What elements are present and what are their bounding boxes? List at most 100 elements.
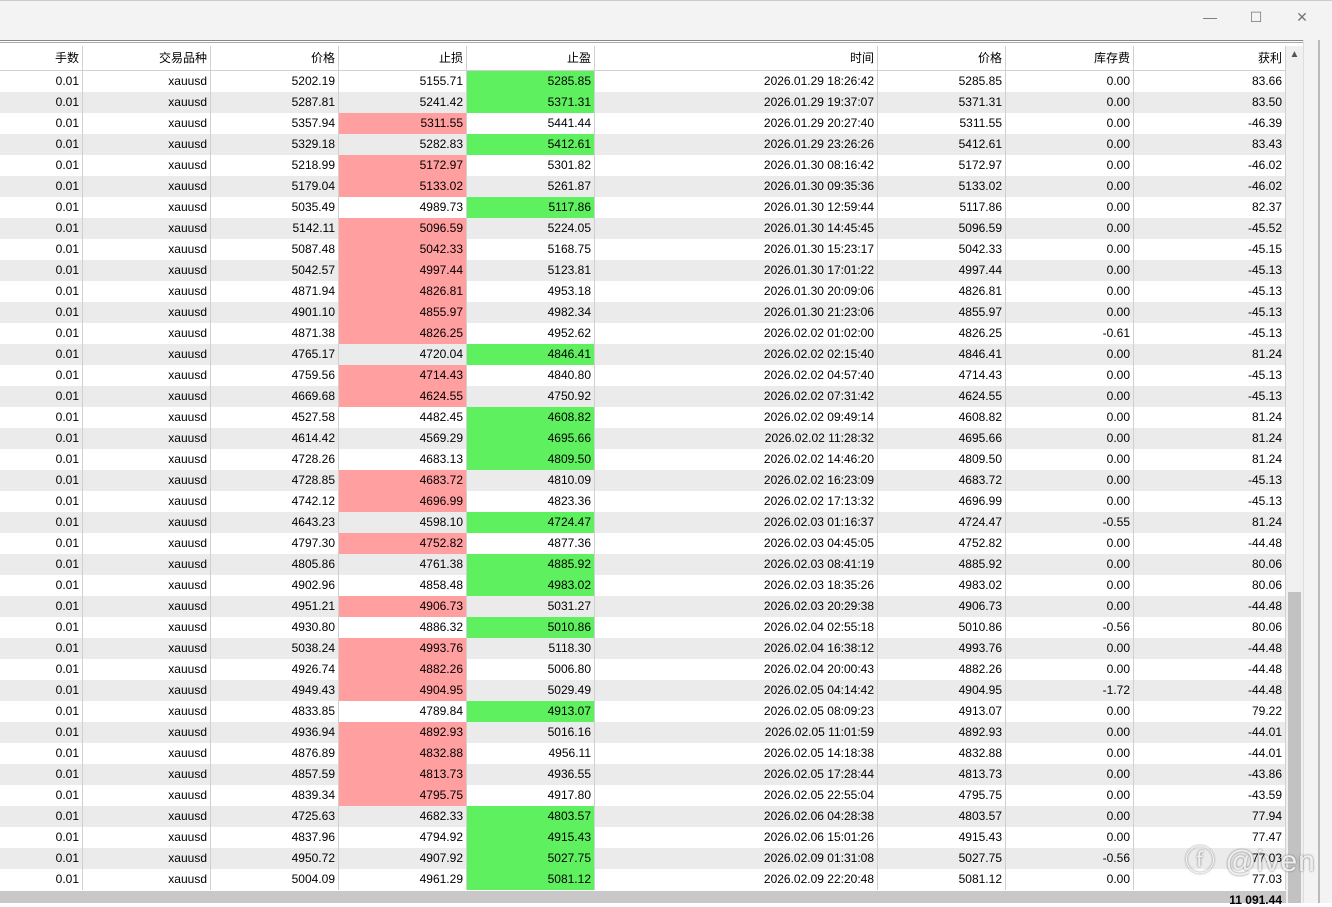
cell-take-profit: 5031.27 [467,596,595,617]
cell-lots: 0.01 [0,407,83,428]
table-row[interactable]: 0.01 xauusd 4765.17 4720.04 4846.41 2026.02.0… [0,344,1286,365]
table-row[interactable]: 0.01 xauusd 4926.74 4882.26 5006.80 2026.02.0… [0,659,1286,680]
column-header-symbol[interactable]: 交易品种 [83,46,211,71]
close-button[interactable]: ✕ [1282,7,1322,27]
maximize-button[interactable]: ☐ [1236,7,1276,27]
table-row[interactable]: 0.01 xauusd 4728.26 4683.13 4809.50 2026.02.0… [0,449,1286,470]
table-row[interactable]: 0.01 xauusd 4871.38 4826.25 4952.62 2026.02.0… [0,323,1286,344]
table-row[interactable]: 0.01 xauusd 5357.94 5311.55 5441.44 2026.01.2… [0,113,1286,134]
cell-profit: 83.50 [1134,92,1286,113]
table-row[interactable]: 0.01 xauusd 4949.43 4904.95 5029.49 2026.02.0… [0,680,1286,701]
table-row[interactable]: 0.01 xauusd 4669.68 4624.55 4750.92 2026.02.0… [0,386,1286,407]
cell-stop-loss: 4892.93 [339,722,467,743]
table-row[interactable]: 0.01 xauusd 4857.59 4813.73 4936.55 2026.02.0… [0,764,1286,785]
cell-close-price: 5081.12 [878,869,1006,890]
cell-open-price: 5142.11 [211,218,339,239]
table-row[interactable]: 0.01 xauusd 4797.30 4752.82 4877.36 2026.02.0… [0,533,1286,554]
scroll-up-icon[interactable]: ▲ [1286,49,1303,60]
cell-swap: 0.00 [1006,407,1134,428]
table-row[interactable]: 0.01 xauusd 4950.72 4907.92 5027.75 2026.02.0… [0,848,1286,869]
table-row[interactable]: 0.01 xauusd 4614.42 4569.29 4695.66 2026.02.0… [0,428,1286,449]
table-row[interactable]: 0.01 xauusd 4936.94 4892.93 5016.16 2026.02.0… [0,722,1286,743]
cell-symbol: xauusd [83,869,211,890]
table-row[interactable]: 0.01 xauusd 4728.85 4683.72 4810.09 2026.02.0… [0,470,1286,491]
cell-profit: -46.39 [1134,113,1286,134]
cell-open-price: 4876.89 [211,743,339,764]
column-header-close-time[interactable]: 时间 [595,46,878,71]
cell-open-price: 4765.17 [211,344,339,365]
cell-symbol: xauusd [83,491,211,512]
table-row[interactable]: 0.01 xauusd 4930.80 4886.32 5010.86 2026.02.0… [0,617,1286,638]
table-row[interactable]: 0.01 xauusd 4901.10 4855.97 4982.34 2026.01.3… [0,302,1286,323]
minimize-button[interactable]: — [1190,7,1230,27]
cell-swap: 0.00 [1006,344,1134,365]
table-row[interactable]: 0.01 xauusd 4871.94 4826.81 4953.18 2026.01.3… [0,281,1286,302]
table-row[interactable]: 0.01 xauusd 5087.48 5042.33 5168.75 2026.01.3… [0,239,1286,260]
cell-open-price: 4614.42 [211,428,339,449]
table-row[interactable]: 0.01 xauusd 5329.18 5282.83 5412.61 2026.01.2… [0,134,1286,155]
table-row[interactable]: 0.01 xauusd 5004.09 4961.29 5081.12 2026.02.0… [0,869,1286,890]
cell-close-time: 2026.02.09 01:31:08 [595,848,878,869]
table-row[interactable]: 0.01 xauusd 4643.23 4598.10 4724.47 2026.02.0… [0,512,1286,533]
cell-swap: -0.56 [1006,617,1134,638]
table-row[interactable]: 0.01 xauusd 4876.89 4832.88 4956.11 2026.02.0… [0,743,1286,764]
cell-swap: 0.00 [1006,785,1134,806]
cell-stop-loss: 4761.38 [339,554,467,575]
cell-take-profit: 4846.41 [467,344,595,365]
cell-close-price: 4803.57 [878,806,1006,827]
cell-swap: 0.00 [1006,218,1134,239]
cell-close-price: 5027.75 [878,848,1006,869]
cell-take-profit: 4953.18 [467,281,595,302]
cell-lots: 0.01 [0,449,83,470]
cell-swap: 0.00 [1006,155,1134,176]
table-row[interactable]: 0.01 xauusd 4839.34 4795.75 4917.80 2026.02.0… [0,785,1286,806]
vertical-scrollbar[interactable]: ▲ [1286,46,1303,903]
table-row[interactable]: 0.01 xauusd 5142.11 5096.59 5224.05 2026.01.3… [0,218,1286,239]
cell-close-price: 4696.99 [878,491,1006,512]
table-row[interactable]: 0.01 xauusd 5218.99 5172.97 5301.82 2026.01.3… [0,155,1286,176]
cell-open-price: 4926.74 [211,659,339,680]
cell-lots: 0.01 [0,575,83,596]
table-row[interactable]: 0.01 xauusd 4759.56 4714.43 4840.80 2026.02.0… [0,365,1286,386]
table-row[interactable]: 0.01 xauusd 5287.81 5241.42 5371.31 2026.01.2… [0,92,1286,113]
cell-profit: 77.94 [1134,806,1286,827]
table-row[interactable]: 0.01 xauusd 5038.24 4993.76 5118.30 2026.02.0… [0,638,1286,659]
cell-close-price: 5311.55 [878,113,1006,134]
table-row[interactable]: 0.01 xauusd 4742.12 4696.99 4823.36 2026.02.0… [0,491,1286,512]
table-row[interactable]: 0.01 xauusd 4805.86 4761.38 4885.92 2026.02.0… [0,554,1286,575]
cell-profit: -44.48 [1134,533,1286,554]
table-row[interactable]: 0.01 xauusd 5035.49 4989.73 5117.86 2026.01.3… [0,197,1286,218]
cell-open-price: 4837.96 [211,827,339,848]
cell-open-price: 4950.72 [211,848,339,869]
table-row[interactable]: 0.01 xauusd 4837.96 4794.92 4915.43 2026.02.0… [0,827,1286,848]
column-header-open-price[interactable]: 价格 [211,46,339,71]
cell-symbol: xauusd [83,197,211,218]
table-row[interactable]: 0.01 xauusd 4833.85 4789.84 4913.07 2026.02.0… [0,701,1286,722]
column-header-take-profit[interactable]: 止盈 [467,46,595,71]
cell-close-price: 5042.33 [878,239,1006,260]
cell-take-profit: 4809.50 [467,449,595,470]
table-row[interactable]: 0.01 xauusd 4951.21 4906.73 5031.27 2026.02.0… [0,596,1286,617]
cell-close-time: 2026.02.02 02:15:40 [595,344,878,365]
column-header-profit[interactable]: 获利 [1134,46,1286,71]
cell-close-price: 4906.73 [878,596,1006,617]
cell-lots: 0.01 [0,239,83,260]
table-row[interactable]: 0.01 xauusd 4725.63 4682.33 4803.57 2026.02.0… [0,806,1286,827]
cell-profit: -44.48 [1134,680,1286,701]
cell-swap: 0.00 [1006,260,1134,281]
table-row[interactable]: 0.01 xauusd 5179.04 5133.02 5261.87 2026.01.3… [0,176,1286,197]
cell-profit: -45.13 [1134,323,1286,344]
cell-stop-loss: 4598.10 [339,512,467,533]
cell-stop-loss: 4683.13 [339,449,467,470]
table-row[interactable]: 0.01 xauusd 5202.19 5155.71 5285.85 2026.01.2… [0,71,1286,92]
table-row[interactable]: 0.01 xauusd 5042.57 4997.44 5123.81 2026.01.3… [0,260,1286,281]
column-header-stop-loss[interactable]: 止损 [339,46,467,71]
column-header-swap[interactable]: 库存费 [1006,46,1134,71]
table-row[interactable]: 0.01 xauusd 4527.58 4482.45 4608.82 2026.02.0… [0,407,1286,428]
cell-symbol: xauusd [83,806,211,827]
table-row[interactable]: 0.01 xauusd 4902.96 4858.48 4983.02 2026.02.0… [0,575,1286,596]
column-header-close-price[interactable]: 价格 [878,46,1006,71]
column-header-lots[interactable]: 手数 [0,46,83,71]
cell-symbol: xauusd [83,92,211,113]
cell-open-price: 5202.19 [211,71,339,92]
